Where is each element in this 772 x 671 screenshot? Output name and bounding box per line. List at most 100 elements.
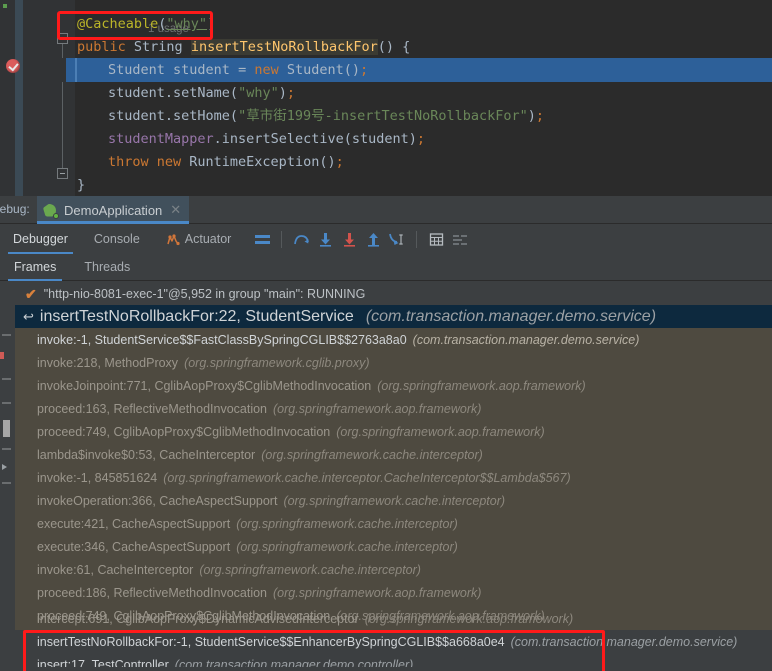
frames-list-tail[interactable]: intercept:691, CglibAopProxy$DynamicAdvi…	[15, 612, 772, 671]
tok-semicolon-1: ;	[286, 85, 295, 101]
table-row[interactable]: execute:421, CacheAspectSupport (org.spri…	[15, 512, 772, 535]
frame-row-selected[interactable]: ↩ insertTestNoRollbackFor:22, StudentSer…	[15, 305, 772, 328]
filter-frames-icon[interactable]	[448, 227, 472, 251]
frame-package: (com.transaction.manager.demo.service)	[412, 332, 640, 347]
tok-close-brace: }	[77, 177, 86, 193]
frame-package: (org.springframework.cache.interceptor)	[236, 516, 458, 531]
tok-paren-close-1: )	[278, 85, 287, 101]
tab-console-label: Console	[93, 232, 140, 246]
frames-list[interactable]: invoke:-1, StudentService$$FastClassBySp…	[15, 328, 772, 630]
code-line-close-brace: }	[77, 174, 85, 196]
debug-tab-bar: Debugger Console Actuator	[0, 224, 772, 254]
method-name: insertTestNoRollbackFor	[190, 39, 378, 55]
frame-method: proceed:163, ReflectiveMethodInvocation	[37, 401, 268, 416]
marker-green-dot	[3, 4, 7, 8]
run-to-cursor-icon[interactable]	[385, 227, 409, 251]
code-line-mapper-insert: studentMapper.insertSelective(student);	[108, 128, 425, 151]
tab-threads-label: Threads	[84, 260, 131, 274]
tok-semicolon-2: ;	[535, 108, 545, 124]
editor-left-strip	[15, 0, 23, 196]
annotation-name: @Cacheable	[77, 16, 159, 32]
tok-semicolon-3: ;	[416, 131, 426, 147]
code-line-annotation: @Cacheable("why")	[77, 13, 215, 36]
table-row[interactable]: lambda$invoke$0:53, CacheInterceptor (org…	[15, 443, 772, 466]
tok-student-type: Student	[108, 62, 165, 78]
debug-panel-label: Debug:	[0, 202, 30, 216]
debug-tool-window: Debug: DemoApplication ✕ Debugger Consol…	[0, 196, 772, 671]
frame-method: intercept:691, CglibAopProxy$DynamicAdvi…	[37, 611, 359, 626]
code-line-set-home: student.setHome("草市街199号-insertTestNoRol…	[108, 105, 544, 128]
tok-student-ctor: Student()	[278, 62, 360, 78]
actuator-icon	[166, 233, 180, 246]
frame-return-icon: ↩	[23, 309, 34, 324]
tab-actuator[interactable]: Actuator	[153, 224, 245, 254]
table-row[interactable]: invokeOperation:366, CacheAspectSupport (…	[15, 489, 772, 512]
code-fold-icon[interactable]	[57, 33, 68, 44]
tok-new-keyword-2: new	[148, 154, 190, 170]
frame-package: (org.springframework.cache.interceptor)	[261, 447, 483, 462]
editor-marker-bar[interactable]	[0, 0, 15, 196]
thread-description: "http-nio-8081-exec-1"@5,952 in group "m…	[43, 286, 366, 301]
window-bottom-edge	[0, 667, 772, 671]
tok-student-var: student	[164, 62, 239, 78]
tok-equals: =	[238, 62, 255, 78]
table-row[interactable]: proceed:749, CglibAopProxy$CglibMethodIn…	[15, 420, 772, 443]
table-row[interactable]: proceed:163, ReflectiveMethodInvocation (…	[15, 397, 772, 420]
frame-package: (org.springframework.aop.framework)	[336, 424, 545, 439]
frame-method: insertTestNoRollbackFor:-1, StudentServi…	[37, 634, 505, 649]
layout-settings-icon[interactable]	[250, 227, 274, 251]
tok-semicolon: ;	[360, 62, 369, 78]
table-row[interactable]: invoke:61, CacheInterceptor (org.springfr…	[15, 558, 772, 581]
table-row[interactable]: invokeJoinpoint:771, CglibAopProxy$Cglib…	[15, 374, 772, 397]
editor-gutter[interactable]	[23, 0, 75, 196]
tab-debugger-label: Debugger	[13, 232, 68, 246]
tab-threads[interactable]: Threads	[70, 254, 144, 281]
tok-arg-student: student	[351, 131, 409, 147]
frame-method: invoke:-1, 845851624	[37, 470, 158, 485]
code-fold-end-icon[interactable]	[57, 168, 68, 179]
annotation-argument: "why"	[166, 16, 208, 32]
tok-obj-student: student	[108, 85, 165, 101]
code-editor[interactable]: 1 usage @Cacheable("why") public String …	[0, 0, 772, 196]
tok-str-home: "草市街199号-insertTestNoRollbackFor"	[238, 108, 528, 124]
tok-paren-close-3: )	[408, 131, 417, 147]
ide-window: 1 usage @Cacheable("why") public String …	[0, 0, 772, 671]
tok-call-sethome: .setHome(	[164, 108, 239, 124]
close-icon[interactable]: ✕	[170, 202, 181, 218]
breakpoint-verified-icon[interactable]	[6, 59, 20, 73]
table-row[interactable]: invoke:-1, StudentService$$FastClassBySp…	[15, 328, 772, 351]
toolbar-separator-1	[281, 230, 283, 248]
run-configuration-tab[interactable]: DemoApplication ✕	[37, 196, 190, 224]
step-out-icon[interactable]	[361, 227, 385, 251]
table-row[interactable]: insertTestNoRollbackFor:-1, StudentServi…	[15, 630, 772, 653]
frame-method: insertTestNoRollbackFor:22, StudentServi…	[39, 307, 354, 325]
code-text[interactable]: 1 usage @Cacheable("why") public String …	[75, 0, 772, 196]
table-row[interactable]: invoke:218, MethodProxy (org.springframew…	[15, 351, 772, 374]
tok-call-setname: .setName(	[164, 85, 239, 101]
tab-frames[interactable]: Frames	[0, 254, 70, 281]
modifier-public: public	[77, 39, 126, 55]
evaluate-expression-icon[interactable]	[424, 227, 448, 251]
table-row[interactable]: proceed:186, ReflectiveMethodInvocation (…	[15, 581, 772, 604]
table-row[interactable]: execute:346, CacheAspectSupport (org.spri…	[15, 535, 772, 558]
tab-frames-label: Frames	[14, 260, 57, 274]
tab-debugger[interactable]: Debugger	[0, 224, 81, 254]
tok-semicolon-4: ;	[335, 154, 344, 170]
signature-tail: () {	[377, 39, 411, 55]
step-into-icon[interactable]	[313, 227, 337, 251]
thread-row[interactable]: ✔ "http-nio-8081-exec-1"@5,952 in group …	[15, 282, 772, 305]
table-row[interactable]: intercept:691, CglibAopProxy$DynamicAdvi…	[15, 607, 772, 630]
table-row[interactable]: invoke:-1, 845851624 (org.springframework…	[15, 466, 772, 489]
force-step-into-icon[interactable]	[337, 227, 361, 251]
step-over-icon[interactable]	[289, 227, 313, 251]
tok-obj-student-2: student	[108, 108, 165, 124]
debugger-sub-tab-bar: Frames Threads	[0, 254, 772, 281]
tok-paren-close-2: )	[527, 108, 536, 124]
frame-package: (org.springframework.cglib.proxy)	[184, 355, 370, 370]
tok-runtime-exception: RuntimeException()	[189, 154, 336, 170]
frame-package: (org.springframework.cache.interceptor)	[199, 562, 421, 577]
tab-console[interactable]: Console	[81, 224, 153, 254]
frames-scroll-gutter[interactable]	[0, 282, 15, 671]
frame-package: (org.springframework.cache.interceptor.C…	[163, 470, 571, 485]
frame-package: (org.springframework.cache.interceptor)	[283, 493, 506, 508]
